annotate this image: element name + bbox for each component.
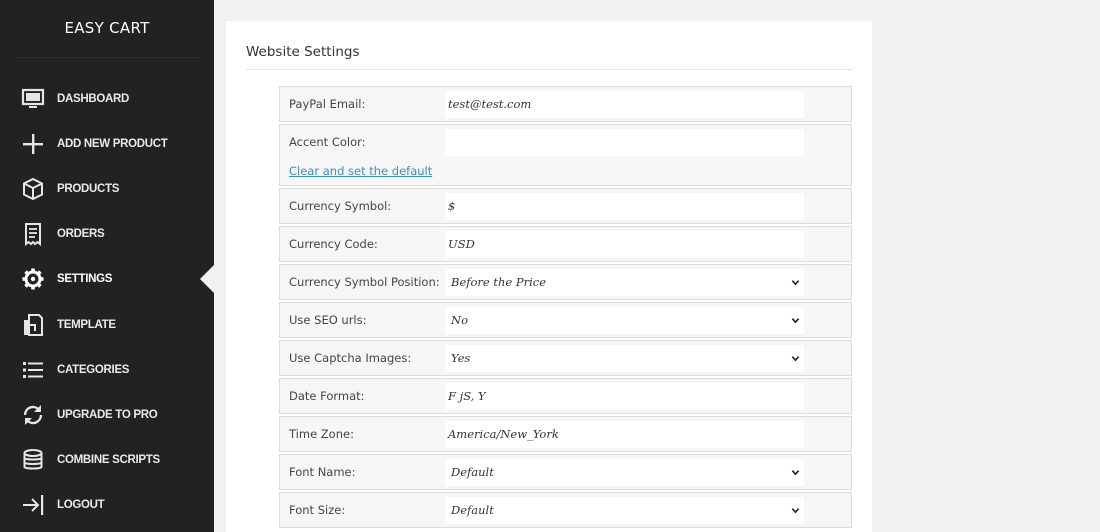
sidebar-item-categories[interactable]: CATEGORIES: [0, 347, 214, 392]
select-value: Before the Price: [451, 275, 547, 289]
gear-icon: [21, 267, 45, 291]
sidebar-nav: DASHBOARD ADD NEW PRODUCT PRODUCTS ORDER…: [0, 76, 214, 528]
font-name-label: Font Name:: [289, 465, 356, 479]
currency-symbol-input[interactable]: $: [445, 193, 804, 220]
select-value: No: [451, 313, 468, 327]
sidebar-item-label: DASHBOARD: [57, 92, 130, 105]
date-format-input[interactable]: F jS, Y: [445, 383, 804, 410]
setting-row-currency-symbol: Currency Symbol: $: [279, 188, 852, 224]
currency-symbol-position-select[interactable]: Before the Price: [445, 269, 804, 296]
logout-icon: [21, 493, 45, 517]
brand-title: EASY CART: [64, 19, 150, 37]
chevron-down-icon: [791, 506, 800, 515]
monitor-icon: [21, 87, 45, 111]
sidebar-item-combine-scripts[interactable]: COMBINE SCRIPTS: [0, 438, 214, 483]
paypal-email-label: PayPal Email:: [289, 97, 366, 111]
setting-row-date-format: Date Format: F jS, Y: [279, 378, 852, 414]
accent-color-label: Accent Color:: [289, 135, 366, 149]
sidebar-item-add-new-product[interactable]: ADD NEW PRODUCT: [0, 121, 214, 166]
sidebar-item-label: COMBINE SCRIPTS: [57, 454, 160, 467]
sidebar-item-template[interactable]: TEMPLATE: [0, 302, 214, 347]
setting-row-use-captcha-images: Use Captcha Images: Yes: [279, 340, 852, 376]
select-value: Yes: [451, 351, 471, 365]
sidebar-item-label: TEMPLATE: [57, 318, 116, 331]
chevron-down-icon: [791, 278, 800, 287]
use-captcha-images-label: Use Captcha Images:: [289, 351, 412, 365]
document-icon: [21, 313, 45, 337]
plus-icon: [21, 132, 45, 156]
accent-color-input[interactable]: [445, 129, 804, 156]
select-value: Default: [451, 503, 494, 517]
font-size-label: Font Size:: [289, 503, 346, 517]
use-seo-urls-select[interactable]: No: [445, 307, 804, 334]
sidebar-item-label: LOGOUT: [57, 499, 105, 512]
currency-code-input[interactable]: USD: [445, 231, 804, 258]
chevron-down-icon: [791, 316, 800, 325]
page-title: Website Settings: [246, 44, 360, 60]
box-icon: [21, 177, 45, 201]
clear-default-link[interactable]: Clear and set the default: [289, 164, 432, 178]
setting-row-accent-color: Accent Color: Clear and set the default: [279, 124, 852, 186]
font-size-select[interactable]: Default: [445, 497, 804, 524]
settings-panel: Website Settings PayPal Email: test@test…: [226, 21, 872, 532]
sidebar-item-logout[interactable]: LOGOUT: [0, 483, 214, 528]
use-captcha-images-select[interactable]: Yes: [445, 345, 804, 372]
setting-row-use-seo-urls: Use SEO urls: No: [279, 302, 852, 338]
setting-row-currency-code: Currency Code: USD: [279, 226, 852, 262]
sidebar-item-products[interactable]: PRODUCTS: [0, 166, 214, 211]
use-seo-urls-label: Use SEO urls:: [289, 313, 367, 327]
sidebar: EASY CART DASHBOARD ADD NEW PRODUCT PROD…: [0, 0, 214, 532]
title-divider: [246, 69, 852, 70]
paypal-email-input[interactable]: test@test.com: [445, 91, 804, 118]
active-indicator: [200, 265, 214, 294]
currency-code-label: Currency Code:: [289, 237, 378, 251]
brand-divider: [16, 57, 198, 58]
settings-form: PayPal Email: test@test.com Accent Color…: [279, 86, 852, 530]
date-format-label: Date Format:: [289, 389, 365, 403]
font-name-select[interactable]: Default: [445, 459, 804, 486]
setting-row-time-zone: Time Zone: America/New_York: [279, 416, 852, 452]
time-zone-label: Time Zone:: [289, 427, 354, 441]
sidebar-item-upgrade-to-pro[interactable]: UPGRADE TO PRO: [0, 392, 214, 437]
refresh-icon: [21, 403, 45, 427]
sidebar-item-label: PRODUCTS: [57, 182, 120, 195]
sidebar-item-orders[interactable]: ORDERS: [0, 212, 214, 257]
setting-row-font-name: Font Name: Default: [279, 454, 852, 490]
sidebar-item-label: CATEGORIES: [57, 363, 130, 376]
chevron-down-icon: [791, 354, 800, 363]
sidebar-item-dashboard[interactable]: DASHBOARD: [0, 76, 214, 121]
chevron-down-icon: [791, 468, 800, 477]
sidebar-item-label: ADD NEW PRODUCT: [57, 137, 168, 150]
sidebar-item-label: SETTINGS: [57, 273, 113, 286]
time-zone-input[interactable]: America/New_York: [445, 421, 804, 448]
sidebar-item-label: ORDERS: [57, 228, 105, 241]
database-icon: [21, 448, 45, 472]
list-icon: [21, 358, 45, 382]
currency-symbol-position-label: Currency Symbol Position:: [289, 275, 440, 289]
currency-symbol-label: Currency Symbol:: [289, 199, 392, 213]
setting-row-paypal-email: PayPal Email: test@test.com: [279, 86, 852, 122]
sidebar-item-label: UPGRADE TO PRO: [57, 408, 158, 421]
setting-row-font-size: Font Size: Default: [279, 492, 852, 528]
select-value: Default: [451, 465, 494, 479]
setting-row-currency-symbol-position: Currency Symbol Position: Before the Pri…: [279, 264, 852, 300]
receipt-icon: [21, 222, 45, 247]
sidebar-item-settings[interactable]: SETTINGS: [0, 257, 214, 302]
